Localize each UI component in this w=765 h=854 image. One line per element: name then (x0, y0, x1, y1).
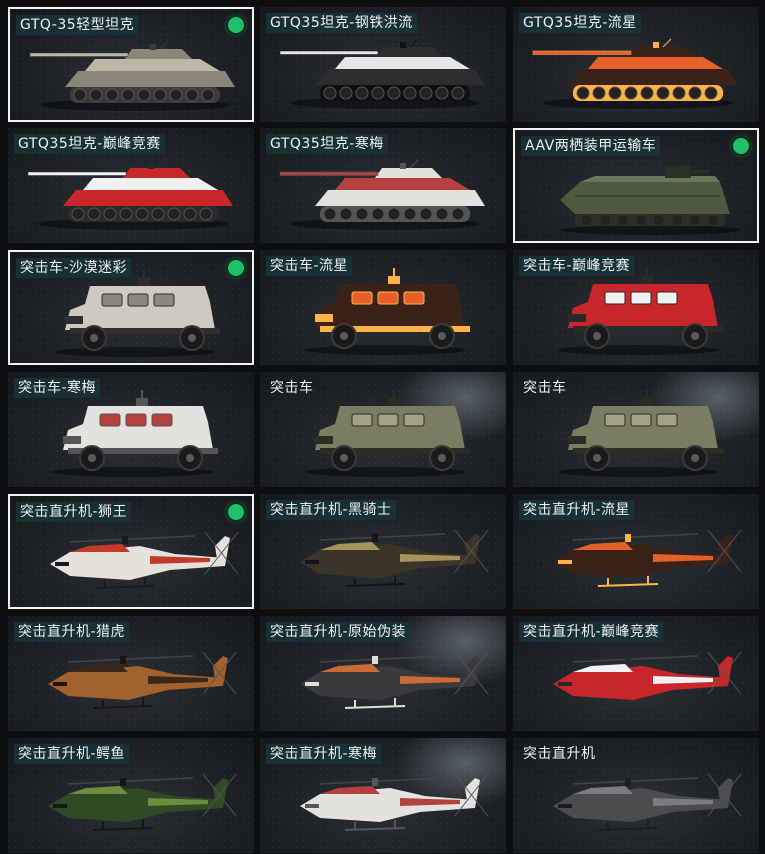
vehicle-skin-card[interactable]: GTQ35坦克-流星 (513, 7, 759, 122)
vehicle-skin-grid: GTQ-35轻型坦克 GTQ35坦克-钢铁洪流 GTQ35坦克-流星 GTQ35… (0, 0, 765, 854)
vehicle-skin-card[interactable]: 突击直升机-黑骑士 (260, 494, 506, 609)
vehicle-skin-card[interactable]: 突击直升机 (513, 738, 759, 853)
vehicle-skin-card[interactable]: 突击直升机-寒梅 (260, 738, 506, 853)
vehicle-skin-card[interactable]: GTQ35坦克-寒梅 (260, 128, 506, 243)
vehicle-skin-label: 突击直升机-原始伪装 (266, 622, 411, 642)
vehicle-skin-label: 突击直升机-猎虎 (14, 622, 130, 642)
vehicle-skin-label: 突击车 (270, 380, 314, 396)
equipped-status-icon (228, 17, 244, 33)
vehicle-skin-card[interactable]: 突击车-寒梅 (8, 372, 254, 487)
vehicle-skin-card[interactable]: AAV两栖装甲运输车 (513, 128, 759, 243)
vehicle-skin-card[interactable]: 突击车-流星 (260, 250, 506, 365)
vehicle-skin-card[interactable]: 突击直升机-鳄鱼 (8, 738, 254, 853)
vehicle-skin-label: 突击直升机-鳄鱼 (14, 744, 130, 764)
vehicle-skin-label: 突击车-巅峰竞赛 (519, 256, 635, 276)
vehicle-skin-label: 突击车-流星 (266, 256, 353, 276)
equipped-status-icon (228, 504, 244, 520)
vehicle-skin-card[interactable]: 突击车 (260, 372, 506, 487)
vehicle-skin-label: GTQ35坦克-钢铁洪流 (266, 13, 417, 33)
vehicle-skin-label: AAV两栖装甲运输车 (521, 136, 661, 156)
vehicle-skin-card[interactable]: 突击直升机-狮王 (8, 494, 254, 609)
vehicle-skin-label: GTQ35坦克-流星 (519, 13, 641, 33)
vehicle-skin-card[interactable]: 突击直升机-猎虎 (8, 616, 254, 731)
vehicle-skin-card[interactable]: GTQ-35轻型坦克 (8, 7, 254, 122)
vehicle-skin-card[interactable]: 突击直升机-原始伪装 (260, 616, 506, 731)
vehicle-skin-label: 突击直升机-流星 (519, 500, 635, 520)
vehicle-skin-label: 突击直升机-黑骑士 (266, 500, 396, 520)
vehicle-skin-card[interactable]: GTQ35坦克-钢铁洪流 (260, 7, 506, 122)
vehicle-skin-card[interactable]: 突击直升机-巅峰竞赛 (513, 616, 759, 731)
vehicle-skin-label: 突击直升机 (523, 746, 596, 762)
equipped-status-icon (733, 138, 749, 154)
vehicle-skin-card[interactable]: 突击车 (513, 372, 759, 487)
vehicle-skin-label: 突击直升机-寒梅 (266, 744, 382, 764)
vehicle-skin-label: GTQ35坦克-寒梅 (266, 134, 388, 154)
vehicle-skin-card[interactable]: 突击直升机-流星 (513, 494, 759, 609)
vehicle-skin-label: GTQ35坦克-巅峰竞赛 (14, 134, 165, 154)
vehicle-skin-label: 突击直升机-狮王 (16, 502, 132, 522)
vehicle-skin-label: 突击车 (523, 380, 567, 396)
equipped-status-icon (228, 260, 244, 276)
vehicle-skin-card[interactable]: 突击车-沙漠迷彩 (8, 250, 254, 365)
vehicle-skin-card[interactable]: GTQ35坦克-巅峰竞赛 (8, 128, 254, 243)
vehicle-skin-label: 突击车-沙漠迷彩 (16, 258, 132, 278)
vehicle-skin-label: GTQ-35轻型坦克 (16, 15, 139, 35)
vehicle-skin-label: 突击直升机-巅峰竞赛 (519, 622, 664, 642)
vehicle-skin-card[interactable]: 突击车-巅峰竞赛 (513, 250, 759, 365)
vehicle-skin-label: 突击车-寒梅 (14, 378, 101, 398)
